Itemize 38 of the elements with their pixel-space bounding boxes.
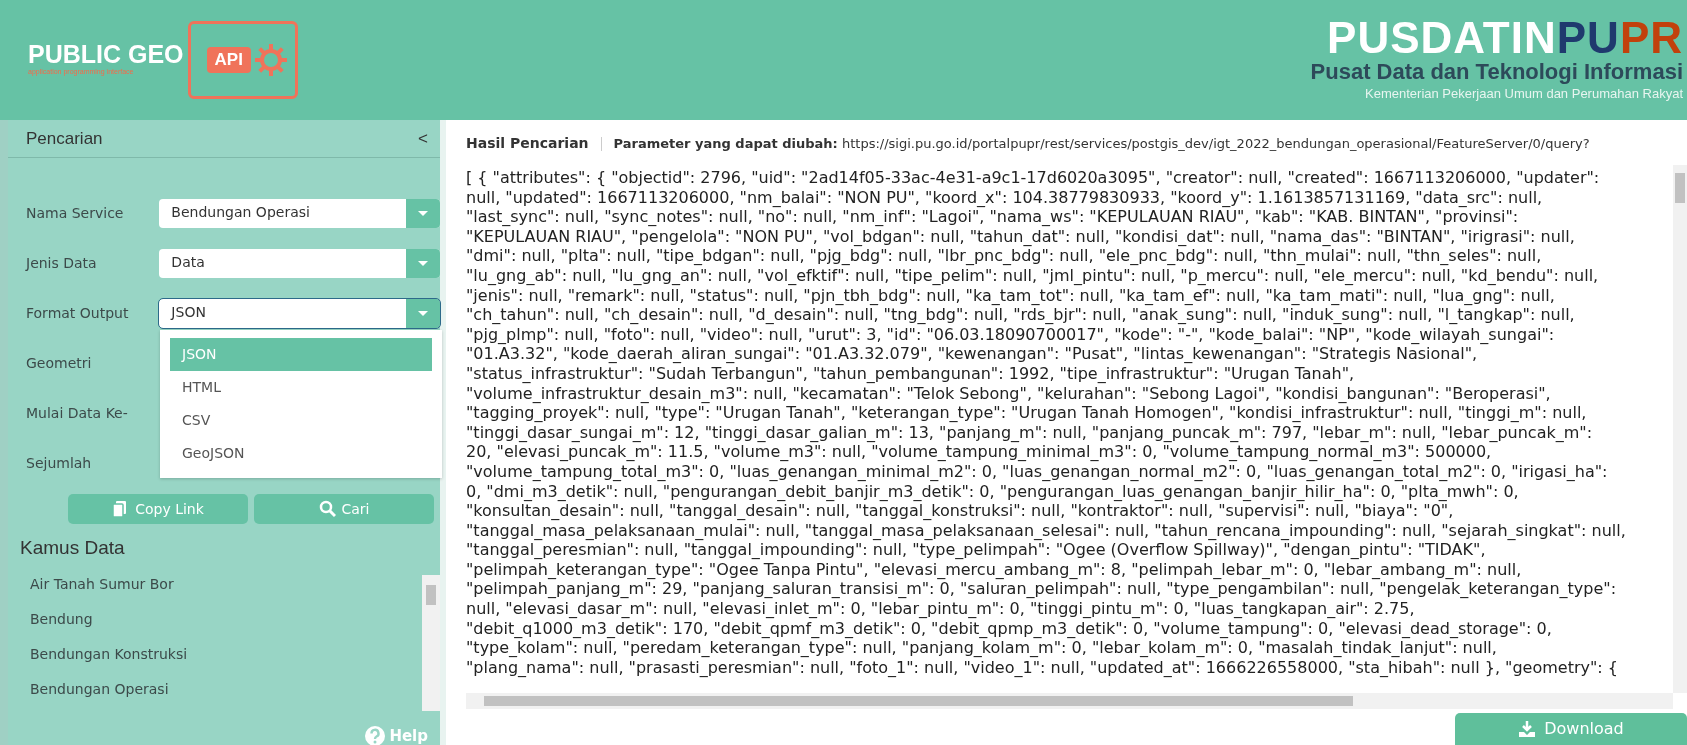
field-label: Nama Service [26, 203, 125, 223]
select-field[interactable]: Data [159, 248, 440, 278]
dictionary-item[interactable]: Bendungan Konstruksi [30, 636, 422, 672]
logo-wordmark: PUSDATIN [1327, 13, 1557, 63]
scrollbar[interactable] [1673, 165, 1687, 693]
json-output: [ { "attributes": { "objectid": 2796, "uid": "2ad14f05-33ac-4e31-a9c1-17d6020a3095", "creator": null, "created": 1667113206000, "updater": null, "updated": 1667113206000, "nm_balai": "NON PU", "koord_x": 104.38779830933, "koord_y": 1.1613857131169, "data_src": null, "last_sync": null, "sync_notes": null, "no": null, "nm_inf": "Lagoi", "nama_ws": "KEPULAUAN RIAU", "kab": "KAB. BINTAN", "provinsi": "KEPULAUAN RIAU", "pengelola": "NON PU", "vol_bdgan": null, "tahun_dat": null, "kondisi_dat": null, "nama_das": "BINTAN", "irigrasi": null, "dmi": null, "plta": null, "tipe_bdgan": null, "pjg_bdg": null, "lbr_pnc_bdg": null, "ele_pnc_bdg": null, "thn_mulai": null, "thn_seles": null, "lu_gng_ab": null, "lu_gng_an": null, "vol_efktif": null, "tipe_pelim": null, "jml_pintu": null, "p_mercu": null, "ele_mercu": null, "kd_bendu": null, "jenis": null, "remark": null, "status": null, "pjn_tbh_bdg": null, "ka_tam_tot": null, "ka_tam_ef": null, "ka_tam_mati": null, "lua_gng": null, "ch_tahun": null, "ch_desain": null, "d_desain": null, "tng_bdg": null, "rds_bjr": null, "anak_sung": null, "induk_sung": null, "l_tangkap": null, "pjg_plmp": null, "foto": null, "video": null, "urut": 3, "id": "06.03.18090700017", "kode": "-", "kode_balai": "NP", "kode_wilayah_sungai": "01.A3.32", "kode_daerah_aliran_sungai": "01.A3.32.079", "kewenangan": "Pusat", "lintas_kewenangan": "Strategis Nasional", "status_infrastruktur": "Sudah Terbangun", "tahun_pembangunan": 1992, "tipe_infrastruktur": "Urugan Tanah", "volume_infrastruktur_desain_m3": null, "kecamatan": "Telok Sebong", "kelurahan": "Sebong Lagoi", "kondisi_bangunan": "Beroperasi", "tagging_proyek": null, "type": "Urugan Tanah", "keterangan_type": "Urugan Tanah Homogen", "kondisi_infrastruktur": null, "tinggi_m": null, "tinggi_dasar_sungai_m": 12, "tinggi_dasar_galian_m": 13, "panjang_m": null, "panjang_puncak_m": 797, "lebar_m": null, "lebar_puncak_m": 20, "elevasi_puncak_m": 11.5, "volume_m3": null, "volume_tampung_minimal_m3": 0, "volume_tampung_normal_m3": 500000, "volume_tampung_total_m3": 0, "luas_genangan_minimal_m2": 0, "luas_genangan_normal_m2": 0, "luas_genangan_total_m2": 0, "irigasi_ha": 0, "dmi_m3_detik": null, "pengurangan_debit_banjir_m3_detik": 0, "pengurangan_luas_genangan_banjir_hilir_ha": 0, "plta_mwh": 0, "konsultan_desain": null, "tanggal_desain": null, "tanggal_konstruksi": null, "kontraktor": null, "supervisi": null, "biaya": "0", "tanggal_masa_pelaksanaan_mulai": null, "tanggal_masa_pelaksanaan_selesai": null, "tahun_rencana_impounding": null, "sejarah_singkat": null, "tanggal_peresmian": null, "tanggal_impounding": null, "type_pelimpah": "Ogee (Overflow Spillway)", "dengan_pintu": "TIDAK", "pelimpah_keterangan_type": "Ogee Tanpa Pintu", "elevasi_mercu_ambang_m": 8, "pelimpah_lebar_m": 0, "lebar_ambang_m": null, "pelimpah_panjang_m": 29, "panjang_saluran_transisi_m": 0, "saluran_pelimpah": null, "type_pengambilan": null, "pengelak_keterangan_type": null, "elevasi_dasar_m": null, "elevasi_inlet_m": 0, "lebar_pintu_m": 0, "tinggi_pintu_m": 0, "luas_tangkapan_air": 2.75, "debit_q1000_m3_detik": 170, "debit_qpmf_m3_detik": 0, "debit_qpmp_m3_detik": 0, "volume_tampung": 0, "elevasi_dead_storage": 0, "type_kolam": null, "peredam_keterangan_type": null, "panjang_kolam_m": 0, "lebar_kolam_m": 0, "masalah_tindak_lanjut": null, "plang_nama": null, "prasasti_peresmian": null, "foto_1": null, "video_1": null, "updated_at": 1666226558000, "sta_hibah": null }, "geometry": { [466, 167, 1627, 679]
app-logo-title: PUBLIC GEO [28, 42, 184, 68]
logo-wordmark: PR [1619, 13, 1683, 63]
section-title: Kamus Data [19, 536, 126, 560]
dropdown-option[interactable]: CSV [170, 404, 432, 437]
select-field[interactable]: JSON [159, 298, 440, 328]
org-title: Pusat Data dan Teknologi Informasi [1310, 60, 1683, 85]
dictionary-item[interactable]: Bendung [30, 601, 422, 637]
query-url-text: Parameter yang dapat diubah: https://sigi.pu.go.id/portalpupr/rest/services/postgis_dev/igt_2022_bendungan_operasional/FeatureServer/0/query? [613, 135, 1591, 152]
logo-wordmark: PU [1556, 13, 1620, 63]
dropdown-option[interactable]: HTML [170, 371, 432, 404]
field-label: Sejumlah [26, 453, 93, 473]
field-label: Geometri [26, 353, 93, 373]
panel-title: Pencarian [26, 127, 103, 150]
select-field[interactable]: Bendungan Operasi [159, 198, 440, 228]
caret-icon [417, 309, 429, 317]
collapse-button[interactable]: < [418, 125, 428, 152]
dictionary-item[interactable]: Bendungan Operasi [30, 671, 422, 707]
dropdown-option[interactable]: GeoJSON [170, 437, 432, 470]
field-label: Mulai Data Ke- [26, 403, 129, 423]
results-tab[interactable]: Hasil Pencarian [466, 133, 589, 154]
caret-icon [417, 259, 429, 267]
scrollbar[interactable] [466, 693, 1673, 709]
dictionary-item[interactable]: Air Tanah Sumur Bor [30, 566, 422, 602]
field-label: Jenis Data [26, 253, 98, 273]
gear-icon [252, 42, 289, 78]
download-icon [1518, 720, 1537, 738]
caret-icon [417, 209, 429, 217]
app-logo-badge: API [206, 46, 251, 74]
org-subtitle: Kementerian Pekerjaan Umum dan Perumahan Rakyat [1364, 85, 1683, 104]
field-label: Format Output [26, 303, 130, 323]
scrollbar[interactable] [422, 574, 440, 711]
search-icon [318, 500, 336, 518]
